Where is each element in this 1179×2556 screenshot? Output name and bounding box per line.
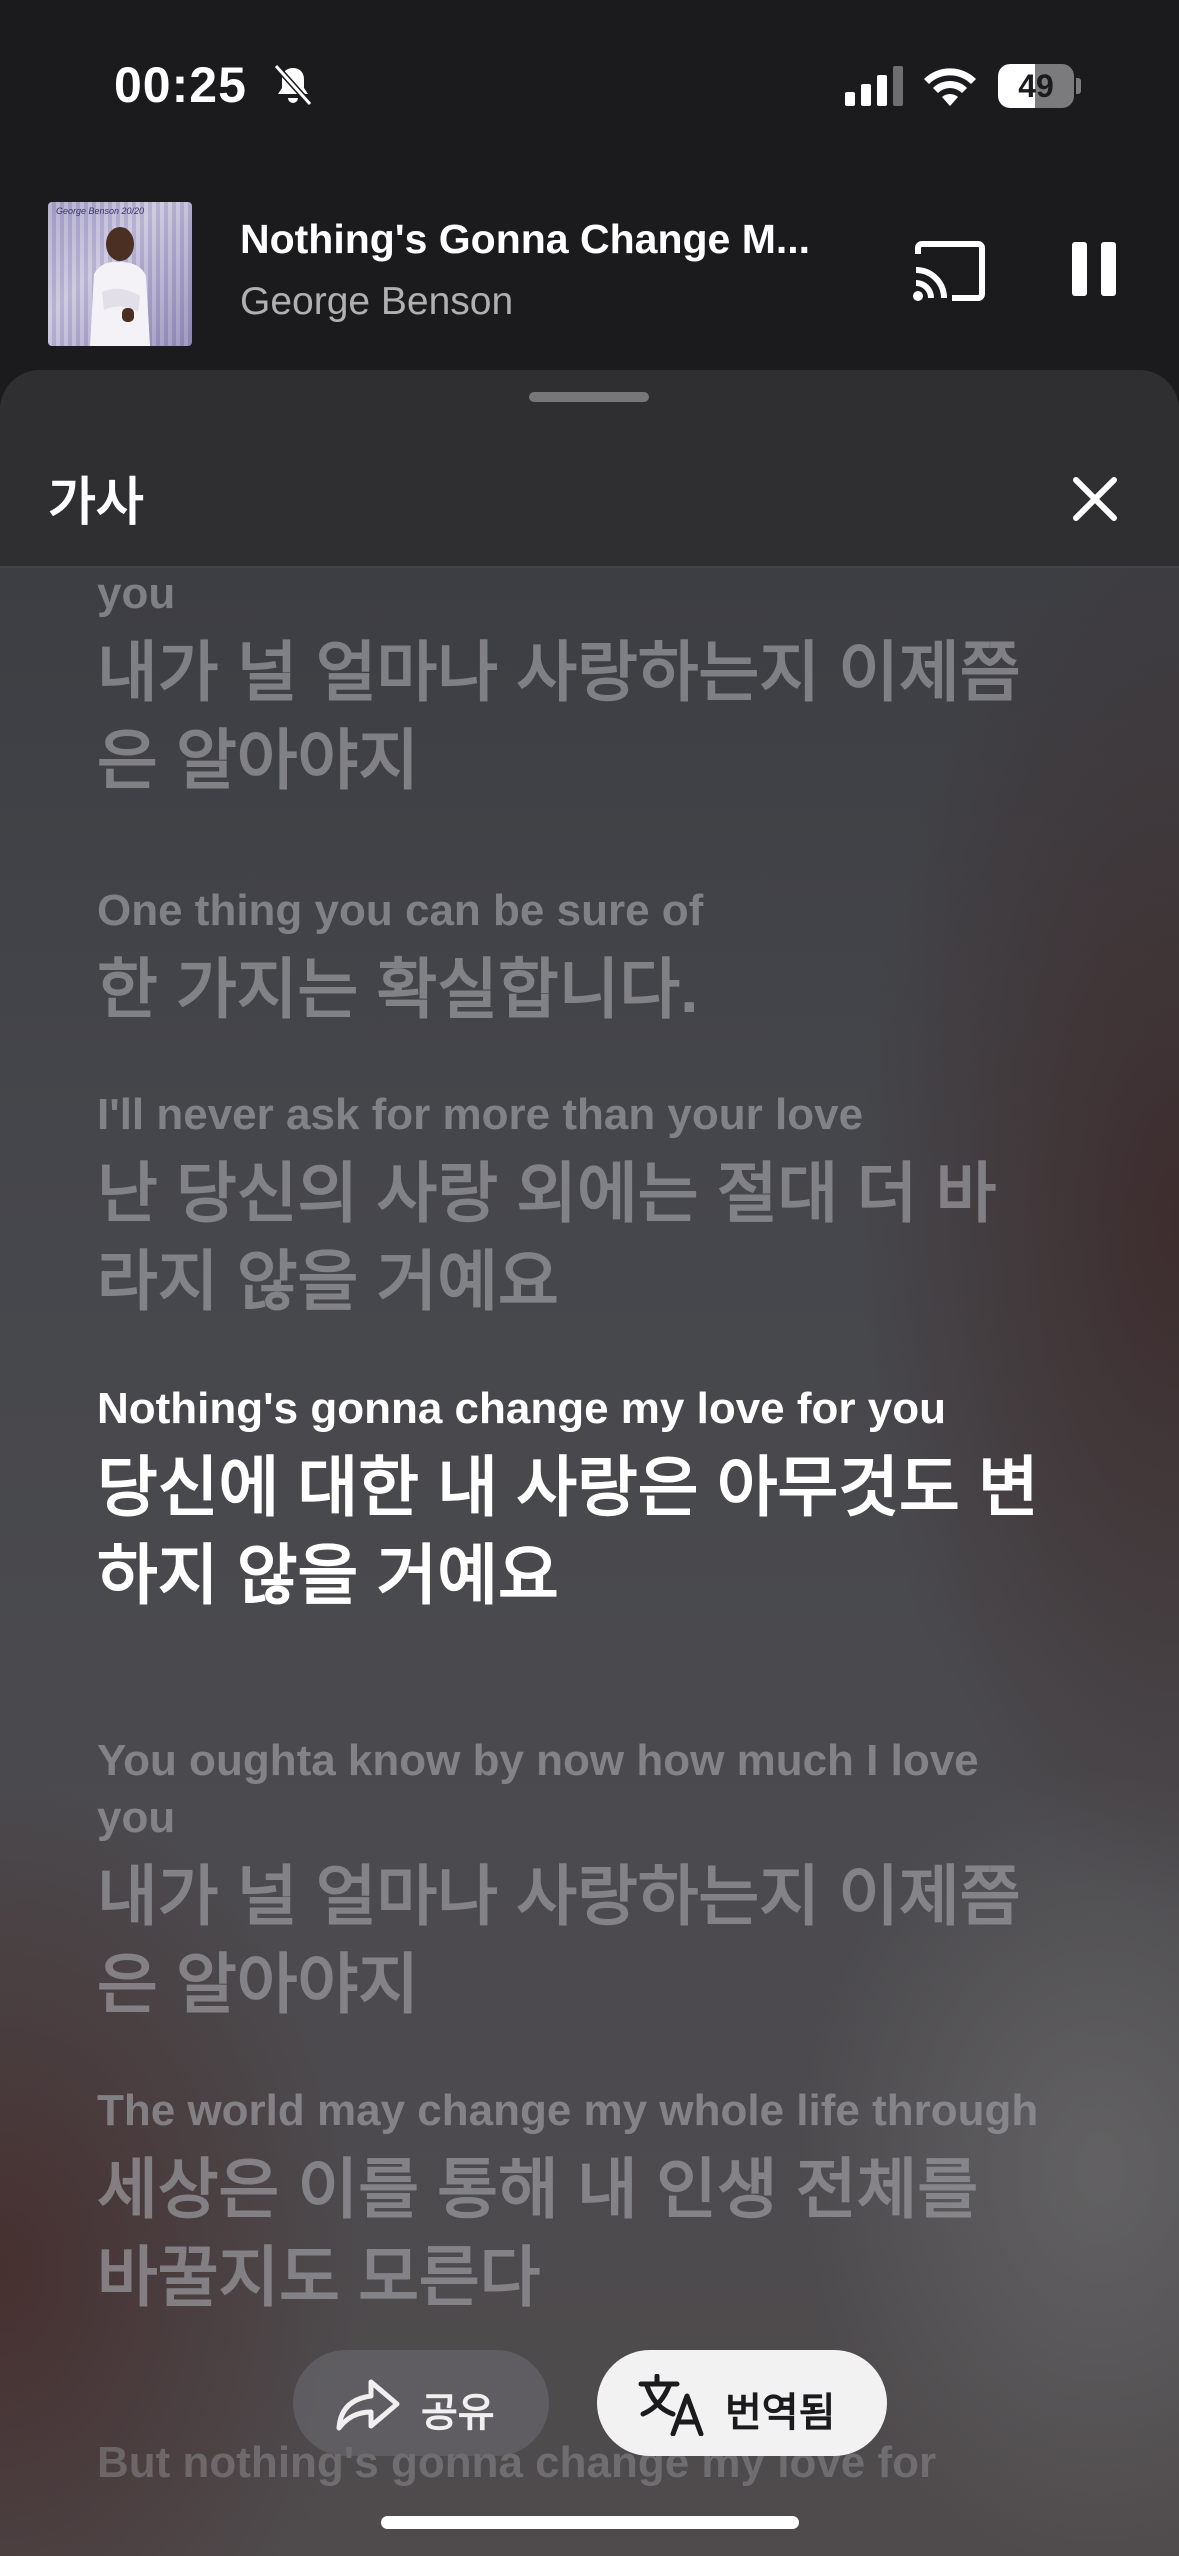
battery-percent: 49	[1018, 68, 1054, 104]
lyrics-sheet: 가사 You oughta know by now how much I lov…	[0, 370, 1179, 2556]
lyric-original: You oughta know by now how much I love y…	[97, 570, 176, 618]
bell-off-icon	[273, 63, 313, 107]
share-label: 공유	[421, 2391, 495, 2435]
translate-button[interactable]: 번역됨	[597, 2350, 887, 2456]
translate-icon	[638, 2374, 704, 2436]
status-time: 00:25	[114, 57, 247, 113]
lyric-original: One thing you can be sure of	[97, 886, 704, 935]
lyric-original: You oughta know by now how much I love y…	[97, 1736, 979, 1842]
album-art-figure	[90, 227, 150, 346]
cellular-signal-icon	[845, 66, 903, 106]
home-indicator[interactable]	[381, 2516, 799, 2529]
share-button[interactable]: 공유	[293, 2350, 549, 2456]
lyrics-list[interactable]: You oughta know by now how much I love y…	[0, 570, 1179, 2556]
pause-icon[interactable]	[1064, 238, 1124, 300]
share-arrow-icon	[336, 2379, 400, 2431]
lyric-translation: 당신에 대한 내 사랑은 아무것도 변하지 않을 거예요	[97, 1450, 1039, 1612]
lyric-translation: 세상은 이를 통해 내 인생 전체를 바꿀지도 모른다	[97, 2152, 979, 2314]
lyric-line[interactable]: But nothing's gonna change my love for	[97, 2434, 1057, 2491]
sheet-grabber[interactable]	[529, 392, 649, 402]
translate-label: 번역됨	[725, 2391, 836, 2435]
lyric-line[interactable]: You oughta know by now how much I love y…	[97, 570, 1057, 804]
battery-indicator: 49	[998, 64, 1081, 108]
lyric-line[interactable]: I'll never ask for more than your love 난…	[97, 1086, 1057, 1325]
mini-player[interactable]: George Benson 20/20 Nothing's Gonna Chan…	[0, 190, 1179, 355]
cast-icon[interactable]	[912, 240, 986, 302]
lyric-line[interactable]: The world may change my whole life throu…	[97, 2082, 1057, 2321]
lyric-translation: 한 가지는 확실합니다.	[97, 952, 699, 1026]
wifi-icon	[924, 68, 976, 106]
battery-body: 49	[998, 64, 1074, 108]
lyric-line[interactable]: One thing you can be sure of 한 가지는 확실합니다…	[97, 882, 1057, 1033]
lyric-original: But nothing's gonna change my love for	[97, 2438, 937, 2487]
lyric-translation: 난 당신의 사랑 외에는 절대 더 바라지 않을 거예요	[97, 1156, 997, 1318]
lyric-translation: 내가 널 얼마나 사랑하는지 이제쯤은 알아야지	[97, 1859, 1021, 2021]
track-title[interactable]: Nothing's Gonna Change M...	[240, 216, 840, 263]
lyric-line-active[interactable]: Nothing's gonna change my love for you 당…	[97, 1380, 1057, 1619]
lyric-translation: 내가 널 얼마나 사랑하는지 이제쯤은 알아야지	[97, 635, 1021, 797]
status-bar: 00:25 49	[0, 0, 1179, 175]
close-icon[interactable]	[1066, 470, 1124, 528]
track-artist[interactable]: George Benson	[240, 280, 513, 324]
sheet-title: 가사	[48, 474, 144, 532]
lyric-original: I'll never ask for more than your love	[97, 1090, 864, 1139]
album-art[interactable]: George Benson 20/20	[48, 202, 192, 346]
lyrics-screen: 00:25 49 George Benson 20/20 Nothing's G…	[0, 0, 1179, 2556]
lyric-original: The world may change my whole life throu…	[97, 2086, 1039, 2135]
battery-cap	[1076, 78, 1081, 94]
sheet-header: 가사	[0, 370, 1179, 568]
lyric-original: Nothing's gonna change my love for you	[97, 1384, 946, 1433]
lyric-line[interactable]: You oughta know by now how much I love y…	[97, 1732, 1057, 2028]
album-art-text: George Benson 20/20	[56, 206, 145, 216]
